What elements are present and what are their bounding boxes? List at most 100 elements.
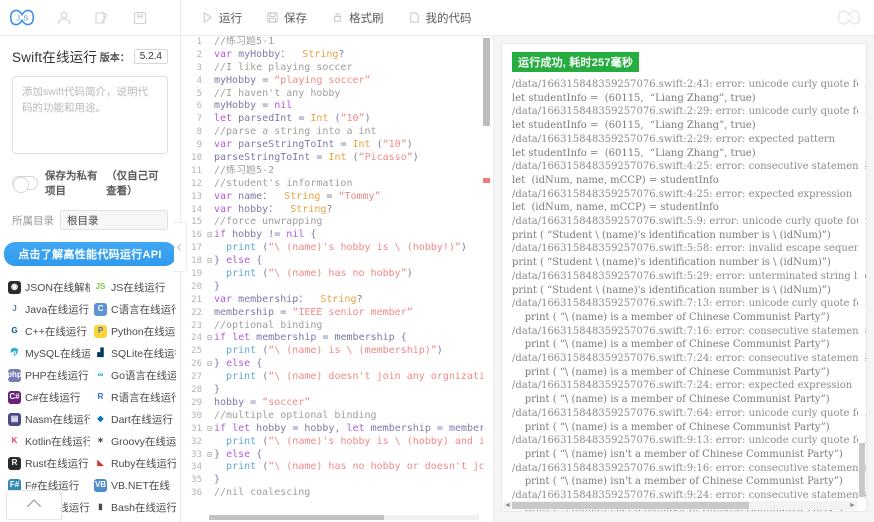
code-line[interactable]: 32 print (“\ (name)'s hobby is \ (hobby)… [181, 436, 483, 449]
output-line: /data/166315848359257076.swift:7:64: err… [512, 407, 866, 419]
language-item-22[interactable]: ▮ Bash在线运行 [90, 496, 176, 518]
output-scroll-right-arrow[interactable]: ► [848, 502, 857, 509]
code-line[interactable]: 4 myHobby = “playing soccer” [181, 75, 483, 88]
editor-horizontal-scrollbar[interactable] [209, 515, 479, 520]
user-icon[interactable] [56, 10, 72, 26]
fold-toggle[interactable]: ⊟ [205, 255, 214, 268]
code-line[interactable]: 15//force unwrapping [181, 216, 483, 229]
editor-hscroll-thumb[interactable] [209, 515, 384, 520]
language-item-10[interactable]: ∞ Go语言在线运行 [90, 364, 176, 386]
fold-toggle[interactable]: ⊟ [205, 423, 214, 436]
code-line[interactable]: 29 hobby = “soccer” [181, 397, 483, 410]
code-line[interactable]: 36 //nil coalescing [181, 487, 483, 500]
language-item-8[interactable]: ▟ SQLite在线运行 [90, 342, 176, 364]
version-value[interactable]: 5.2.4 [133, 48, 168, 64]
language-item-16[interactable]: ✶ Groovy在线运行 [90, 430, 176, 452]
code-line[interactable]: 21 var membership： String? [181, 294, 483, 307]
code-line[interactable]: 2 var myHobby： String? [181, 49, 483, 62]
language-item-11[interactable]: C# C#在线运行 [4, 386, 90, 408]
fold-toggle[interactable]: ⊟ [205, 332, 214, 345]
language-item-17[interactable]: R Rust在线运行 [4, 452, 90, 474]
language-label: Java在线运行 [25, 303, 90, 316]
output-vertical-scrollbar[interactable] [858, 45, 865, 499]
language-item-12[interactable]: R R语言在线运行 [90, 386, 176, 408]
code-line[interactable]: 34 print (“\ (name) has no hobby or does… [181, 461, 483, 474]
directory-input[interactable]: 根目录 [60, 210, 168, 230]
code-line[interactable]: 30 //multiple optional binding [181, 410, 483, 423]
code-line[interactable]: 35} [181, 474, 483, 487]
code-editor[interactable]: 1 //练习题5-1 2 var myHobby： String? 3 //I like … [181, 36, 494, 522]
output-hscroll-thumb[interactable] [512, 502, 749, 509]
code-line[interactable]: 1 //练习题5-1 [181, 36, 483, 49]
output-scroll-left-arrow[interactable]: ◄ [503, 502, 512, 509]
language-item-7[interactable]: 🐬 MySQL在线运行 [4, 342, 90, 364]
code-line[interactable]: 24 ⊟ if let membership = membership { [181, 332, 483, 345]
code-line[interactable]: 19 print (“\ (name) has no hobby”) [181, 268, 483, 281]
editor-vertical-scrollbar[interactable] [483, 36, 490, 522]
language-item-3[interactable]: J Java在线运行 [4, 298, 90, 320]
fold-toggle[interactable]: ⊟ [205, 358, 214, 371]
editor-scroll-thumb[interactable] [483, 38, 490, 126]
language-label: Go语言在线运行 [111, 369, 176, 382]
sidebar-collapse-handle[interactable] [174, 222, 187, 272]
private-project-toggle[interactable] [12, 176, 38, 193]
code-line[interactable]: 27 print (“\ (name) doesn't join any org… [181, 371, 483, 384]
language-item-14[interactable]: ◆ Dart在线运行 [90, 408, 176, 430]
language-item-24[interactable]: obcobjc在线运行 [90, 518, 176, 522]
code-line[interactable]: 12 //student's information [181, 178, 483, 191]
language-item-1[interactable]: ◉ JSON在线解析 [4, 276, 90, 298]
code-line[interactable]: 28} [181, 384, 483, 397]
fold-toggle[interactable]: ⊟ [205, 449, 214, 462]
code-line[interactable]: 22 membership = “IEEE senior member” [181, 307, 483, 320]
fold-toggle[interactable]: ⊟ [205, 229, 214, 242]
description-textarea[interactable]: 添加swift代码简介，说明代码的功能和用途。 [12, 76, 168, 154]
code-line[interactable]: 16 ⊟ if hobby != nil { [181, 229, 483, 242]
code-line[interactable]: 23 //optional binding [181, 320, 483, 333]
scroll-to-top-button[interactable] [6, 490, 62, 520]
version-selector[interactable]: 版本： 5.2.4 [100, 48, 168, 64]
language-item-20[interactable]: VB VB.NET在线 [90, 474, 176, 496]
toolbar-item-3[interactable]: 格式刷 [319, 0, 396, 36]
code-line[interactable]: 8 //parse a string into a int [181, 126, 483, 139]
code-text: } else { [214, 255, 263, 267]
language-item-5[interactable]: G C++在线运行 [4, 320, 90, 342]
code-line[interactable]: 11 //练习题5-2 [181, 165, 483, 178]
code-line[interactable]: 25 print (“\ (name) is \ (membership)”) [181, 345, 483, 358]
code-text: print (“\ (name) doesn't join any orgniz… [226, 371, 483, 383]
code-line[interactable]: 10 parseStringToInt = Int (“Picasso”) [181, 152, 483, 165]
code-line[interactable]: 31 ⊟ if let hobby = hobby, let membership … [181, 423, 483, 436]
language-icon: ▮ [94, 500, 107, 514]
language-item-15[interactable]: K Kotlin在线运行 [4, 430, 90, 452]
collection-icon[interactable] [132, 10, 148, 26]
code-line[interactable]: 9 var parseStringToInt = Int (“10”) [181, 139, 483, 152]
code-line[interactable]: 20} [181, 281, 483, 294]
toolbar-site-logo-icon[interactable]: J S [837, 8, 861, 27]
code-line[interactable]: 26 ⊟} else { [181, 358, 483, 371]
language-item-4[interactable]: C C语言在线运行 [90, 298, 176, 320]
language-item-9[interactable]: php PHP在线运行 [4, 364, 90, 386]
output-vscroll-thumb[interactable] [859, 443, 865, 497]
output-horizontal-scrollbar[interactable]: ◄ ► [503, 501, 857, 510]
site-logo-icon[interactable]: J S [9, 7, 35, 28]
toolbar-item-2[interactable]: 保存 [254, 0, 319, 36]
code-line[interactable]: 17 print (“\ (name)'s hobby is \ (hobby!… [181, 242, 483, 255]
code-line[interactable]: 18 ⊟} else { [181, 255, 483, 268]
code-line[interactable]: 13 var name： String = “Tommy” [181, 191, 483, 204]
language-item-18[interactable]: ◣ Ruby在线运行 [90, 452, 176, 474]
language-item-2[interactable]: JS JS在线运行 [90, 276, 176, 298]
language-label: C++在线运行 [25, 325, 87, 338]
edit-icon[interactable] [94, 10, 110, 26]
toolbar-item-4[interactable]: 我的代码 [396, 0, 484, 36]
api-info-button[interactable]: 点击了解高性能代码运行API [4, 242, 176, 266]
code-lines[interactable]: 1 //练习题5-1 2 var myHobby： String? 3 //I like … [181, 36, 483, 514]
code-line[interactable]: 14 var hobby： String? [181, 204, 483, 217]
code-line[interactable]: 3 //I like playing soccer [181, 62, 483, 75]
language-item-6[interactable]: P Python在线运行 [90, 320, 176, 342]
code-line[interactable]: 7 let parsedInt = Int (“10”) [181, 113, 483, 126]
language-item-13[interactable]: ▤ Nasm在线运行 [4, 408, 90, 430]
toolbar-item-1[interactable]: 运行 [189, 0, 254, 36]
code-line[interactable]: 5 //I haven't any hobby [181, 88, 483, 101]
code-line[interactable]: 33 ⊟} else { [181, 449, 483, 462]
line-number: 9 [196, 140, 202, 151]
code-line[interactable]: 6 myHobby = nil [181, 100, 483, 113]
